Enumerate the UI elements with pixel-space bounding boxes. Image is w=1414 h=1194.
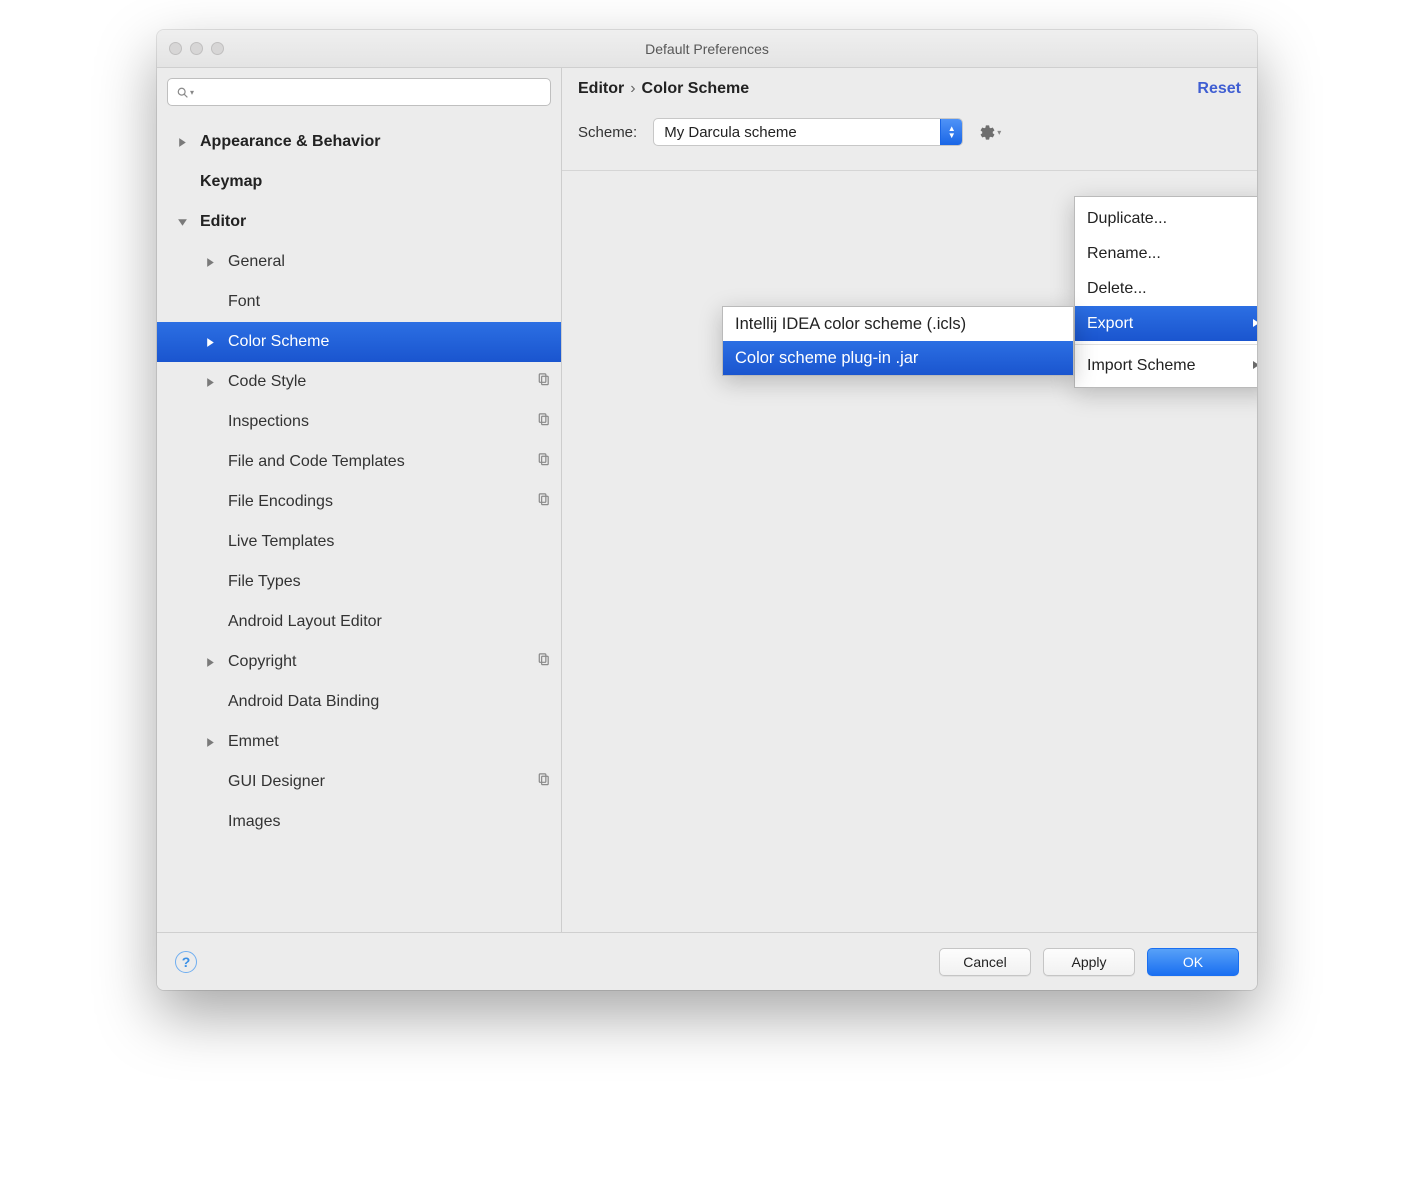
sidebar-item-file-encodings[interactable]: File Encodings — [157, 482, 561, 522]
export-submenu: Intellij IDEA color scheme (.icls)Color … — [722, 306, 1074, 376]
submenu-arrow-icon — [1251, 357, 1257, 375]
gear-menu-item-export[interactable]: Export — [1075, 306, 1257, 341]
sidebar-item-android-layout-editor[interactable]: Android Layout Editor — [157, 602, 561, 642]
gear-menu-item-label: Duplicate... — [1087, 210, 1167, 228]
gear-menu-item-delete[interactable]: Delete... — [1075, 271, 1257, 306]
search-dropdown-caret: ▾ — [190, 88, 194, 97]
gear-menu-item-label: Import Scheme — [1087, 357, 1195, 375]
breadcrumb-editor: Editor — [578, 80, 624, 98]
sidebar-item-font[interactable]: Font — [157, 282, 561, 322]
help-button[interactable]: ? — [175, 951, 197, 973]
per-project-icon — [536, 772, 551, 792]
gear-icon — [979, 124, 996, 141]
sidebar-item-gui-designer[interactable]: GUI Designer — [157, 762, 561, 802]
submenu-arrow-icon — [1251, 315, 1257, 333]
gear-menu-item-label: Delete... — [1087, 280, 1147, 298]
gear-menu-item-duplicate[interactable]: Duplicate... — [1075, 201, 1257, 236]
sidebar-item-general[interactable]: General — [157, 242, 561, 282]
scheme-actions-menu: Duplicate... Rename... Delete... Export Impo… — [1074, 196, 1257, 388]
sidebar-item-label: GUI Designer — [228, 773, 536, 791]
sidebar-item-label: Appearance & Behavior — [200, 133, 551, 151]
sidebar-item-copyright[interactable]: Copyright — [157, 642, 561, 682]
sidebar-item-label: Inspections — [228, 413, 536, 431]
gear-menu-item-label: Rename... — [1087, 245, 1161, 263]
per-project-icon — [536, 452, 551, 472]
gear-menu-separator — [1075, 344, 1257, 345]
gear-menu-item-import-scheme[interactable]: Import Scheme — [1075, 348, 1257, 383]
sidebar-item-label: File Types — [228, 573, 551, 591]
reset-link[interactable]: Reset — [1197, 80, 1241, 98]
sidebar-item-inspections[interactable]: Inspections — [157, 402, 561, 442]
apply-button[interactable]: Apply — [1043, 948, 1135, 976]
minimize-window-button[interactable] — [190, 42, 203, 55]
breadcrumb-separator: › — [630, 80, 635, 98]
zoom-window-button[interactable] — [211, 42, 224, 55]
sidebar-item-label: Editor — [200, 213, 551, 231]
preferences-window: Default Preferences ▾ Appearance & Behav… — [157, 30, 1257, 990]
sidebar-item-label: File Encodings — [228, 493, 536, 511]
sidebar-item-label: Android Data Binding — [228, 693, 551, 711]
sidebar-item-keymap[interactable]: Keymap — [157, 162, 561, 202]
sidebar-item-code-style[interactable]: Code Style — [157, 362, 561, 402]
sidebar-item-color-scheme[interactable]: Color Scheme — [157, 322, 561, 362]
sidebar-item-live-templates[interactable]: Live Templates — [157, 522, 561, 562]
sidebar-item-label: Color Scheme — [228, 333, 551, 351]
search-icon — [176, 86, 189, 99]
search-input[interactable]: ▾ — [167, 78, 551, 106]
export-item-color-scheme-plug-in-jar[interactable]: Color scheme plug-in .jar — [723, 341, 1073, 375]
sidebar-item-label: Android Layout Editor — [228, 613, 551, 631]
breadcrumb: Editor › Color Scheme — [578, 80, 749, 98]
sidebar-item-editor[interactable]: Editor — [157, 202, 561, 242]
window-title: Default Preferences — [157, 41, 1257, 57]
cancel-button[interactable]: Cancel — [939, 948, 1031, 976]
sidebar-item-label: Font — [228, 293, 551, 311]
gear-menu-item-rename[interactable]: Rename... — [1075, 236, 1257, 271]
sidebar-item-file-types[interactable]: File Types — [157, 562, 561, 602]
ok-button[interactable]: OK — [1147, 948, 1239, 976]
scheme-dropdown[interactable]: My Darcula scheme ▲▼ — [653, 118, 963, 146]
sidebar-item-label: Keymap — [200, 173, 551, 191]
scheme-dropdown-arrows: ▲▼ — [940, 119, 962, 145]
breadcrumb-color-scheme: Color Scheme — [642, 80, 750, 98]
sidebar-item-label: Images — [228, 813, 551, 831]
close-window-button[interactable] — [169, 42, 182, 55]
sidebar-item-images[interactable]: Images — [157, 802, 561, 842]
sidebar-item-label: Emmet — [228, 733, 551, 751]
settings-tree: Appearance & Behavior Keymap Editor General… — [157, 114, 561, 932]
per-project-icon — [536, 652, 551, 672]
sidebar-item-label: Code Style — [228, 373, 536, 391]
export-item-intellij-idea-color-scheme-icls[interactable]: Intellij IDEA color scheme (.icls) — [723, 307, 1073, 341]
sidebar-item-label: File and Code Templates — [228, 453, 536, 471]
sidebar-item-file-and-code-templates[interactable]: File and Code Templates — [157, 442, 561, 482]
sidebar-item-label: Copyright — [228, 653, 536, 671]
scheme-label: Scheme: — [578, 124, 637, 141]
sidebar-item-appearance-behavior[interactable]: Appearance & Behavior — [157, 122, 561, 162]
gear-menu-item-label: Export — [1087, 315, 1133, 333]
per-project-icon — [536, 412, 551, 432]
sidebar-item-android-data-binding[interactable]: Android Data Binding — [157, 682, 561, 722]
sidebar-item-emmet[interactable]: Emmet — [157, 722, 561, 762]
window-controls — [169, 42, 224, 55]
main-panel: Editor › Color Scheme Reset Scheme: My D… — [562, 68, 1257, 932]
footer: ? Cancel Apply OK — [157, 932, 1257, 990]
per-project-icon — [536, 372, 551, 392]
titlebar: Default Preferences — [157, 30, 1257, 68]
gear-caret-icon: ▾ — [997, 128, 1001, 137]
sidebar: ▾ Appearance & Behavior Keymap Editor Gener… — [157, 68, 562, 932]
sidebar-item-label: Live Templates — [228, 533, 551, 551]
per-project-icon — [536, 492, 551, 512]
scheme-actions-gear[interactable]: ▾ — [979, 124, 1001, 141]
sidebar-item-label: General — [228, 253, 551, 271]
window-body: ▾ Appearance & Behavior Keymap Editor Gener… — [157, 68, 1257, 932]
scheme-selected-value: My Darcula scheme — [654, 124, 940, 141]
